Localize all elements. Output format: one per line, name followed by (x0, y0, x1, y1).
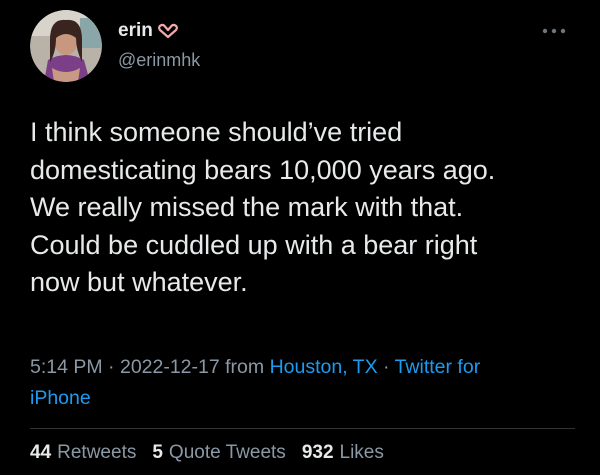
likes-count: 932 (301, 442, 334, 463)
display-name[interactable]: erin (118, 20, 153, 42)
retweets-count: 44 (30, 442, 52, 463)
meta-separator: · (108, 356, 115, 378)
tweet-meta: 5:14 PM · 2022-12-17 from Houston, TX · … (30, 352, 575, 414)
meta-separator: · (383, 356, 390, 378)
more-horizontal-icon[interactable] (541, 24, 567, 38)
tweet-detail: erin @erinmhk I think someone should’ve … (0, 0, 600, 475)
heart-hands-icon (157, 23, 178, 39)
tweet-date[interactable]: 2022-12-17 (120, 356, 220, 378)
client-line-1: Twitter for (394, 356, 481, 378)
quote-tweets-stat[interactable]: 5 Quote Tweets (152, 442, 285, 464)
avatar-image (30, 10, 102, 82)
client-line-2: iPhone (30, 387, 91, 409)
divider (30, 428, 575, 429)
from-label: from (225, 356, 265, 378)
location-link[interactable]: Houston, TX (270, 356, 378, 378)
retweets-stat[interactable]: 44 Retweets (30, 442, 136, 464)
likes-label: Likes (339, 442, 384, 463)
tweet-text: I think someone should’ve tried domestic… (30, 117, 496, 297)
quote-tweets-count: 5 (152, 442, 163, 463)
user-name-row: erin (118, 20, 179, 42)
retweets-label: Retweets (57, 442, 137, 463)
avatar[interactable] (30, 10, 102, 82)
likes-stat[interactable]: 932 Likes (302, 442, 384, 464)
tweet-time[interactable]: 5:14 PM (30, 356, 103, 378)
user-handle[interactable]: @erinmhk (118, 50, 200, 71)
tweet-stats: 44 Retweets 5 Quote Tweets 932 Likes (30, 442, 384, 464)
quote-tweets-label: Quote Tweets (168, 442, 286, 463)
